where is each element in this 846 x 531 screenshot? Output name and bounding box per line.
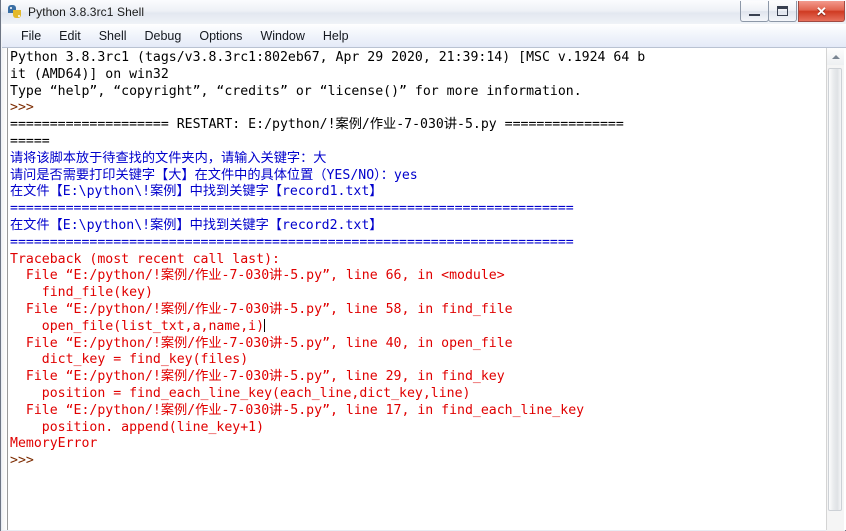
menu-item-debug[interactable]: Debug: [136, 27, 191, 45]
console-line: ==================== RESTART: E:/python/…: [10, 117, 624, 133]
console-line: File “E:/python/!案例/作业-7-030讲-5.py”, lin…: [10, 402, 585, 418]
console-line: 在文件【E:\python\!案例】中找到关键字【record1.txt】: [10, 184, 383, 200]
console-line: dict_key = find_key(files): [10, 352, 249, 368]
close-button[interactable]: ✕: [798, 1, 845, 22]
python-logo-icon: [7, 4, 23, 20]
console-line: open_file(list_txt,a,name,i): [10, 318, 266, 334]
console-line: ========================================…: [10, 201, 574, 217]
maximize-button[interactable]: [768, 1, 797, 22]
console-line: find_file(key): [10, 285, 153, 301]
console-line: Type “help”, “copyright”, “credits” or “…: [10, 83, 582, 99]
menu-item-options[interactable]: Options: [190, 27, 251, 45]
console-line: File “E:/python/!案例/作业-7-030讲-5.py”, lin…: [10, 268, 505, 284]
window-title: Python 3.8.3rc1 Shell: [28, 5, 145, 19]
console-line: File “E:/python/!案例/作业-7-030讲-5.py”, lin…: [10, 301, 513, 317]
console-line: position. append(line_key+1): [10, 419, 265, 435]
title-bar[interactable]: Python 3.8.3rc1 Shell ✕: [1, 0, 846, 24]
menu-item-window[interactable]: Window: [251, 27, 313, 45]
console-line: it (AMD64)] on win32: [10, 66, 169, 82]
scrollbar-thumb[interactable]: [828, 68, 842, 511]
chevron-up-icon: [831, 54, 840, 59]
vertical-scrollbar[interactable]: [826, 48, 844, 530]
minimize-icon: [749, 11, 760, 16]
scroll-up-button[interactable]: [827, 48, 844, 65]
idle-shell-window: Python 3.8.3rc1 Shell ✕ File Edit Shell …: [0, 0, 846, 531]
console-line: >>>: [10, 100, 34, 116]
maximize-icon: [777, 6, 788, 16]
shell-text-area[interactable]: Python 3.8.3rc1 (tags/v3.8.3rc1:802eb67,…: [2, 48, 846, 530]
menu-bar: File Edit Shell Debug Options Window Hel…: [2, 24, 846, 48]
console-line: =====: [10, 133, 50, 149]
menu-item-edit[interactable]: Edit: [50, 27, 90, 45]
scrollbar-track[interactable]: [827, 65, 844, 530]
close-icon: ✕: [816, 3, 827, 19]
text-caret: [264, 318, 266, 332]
console-output[interactable]: Python 3.8.3rc1 (tags/v3.8.3rc1:802eb67,…: [8, 48, 846, 530]
menu-item-file[interactable]: File: [12, 27, 50, 45]
menu-item-shell[interactable]: Shell: [90, 27, 136, 45]
menu-item-help[interactable]: Help: [314, 27, 358, 45]
window-controls: ✕: [740, 1, 845, 22]
console-line: ========================================…: [10, 234, 574, 250]
console-line: 请问是否需要打印关键字【大】在文件中的具体位置（YES/NO）：yes: [10, 167, 418, 183]
console-line: 请将该脚本放于待查找的文件夹内，请输入关键字：大: [10, 150, 327, 166]
console-line: 在文件【E:\python\!案例】中找到关键字【record2.txt】: [10, 217, 383, 233]
console-line: position = find_each_line_key(each_line,…: [10, 385, 471, 401]
console-line: Traceback (most recent call last):: [10, 251, 280, 267]
console-line: File “E:/python/!案例/作业-7-030讲-5.py”, lin…: [10, 369, 505, 385]
minimize-button[interactable]: [740, 1, 769, 22]
console-line: MemoryError: [10, 436, 98, 452]
console-line: Python 3.8.3rc1 (tags/v3.8.3rc1:802eb67,…: [10, 50, 646, 65]
console-line: File “E:/python/!案例/作业-7-030讲-5.py”, lin…: [10, 335, 513, 351]
console-line: >>>: [10, 453, 34, 469]
